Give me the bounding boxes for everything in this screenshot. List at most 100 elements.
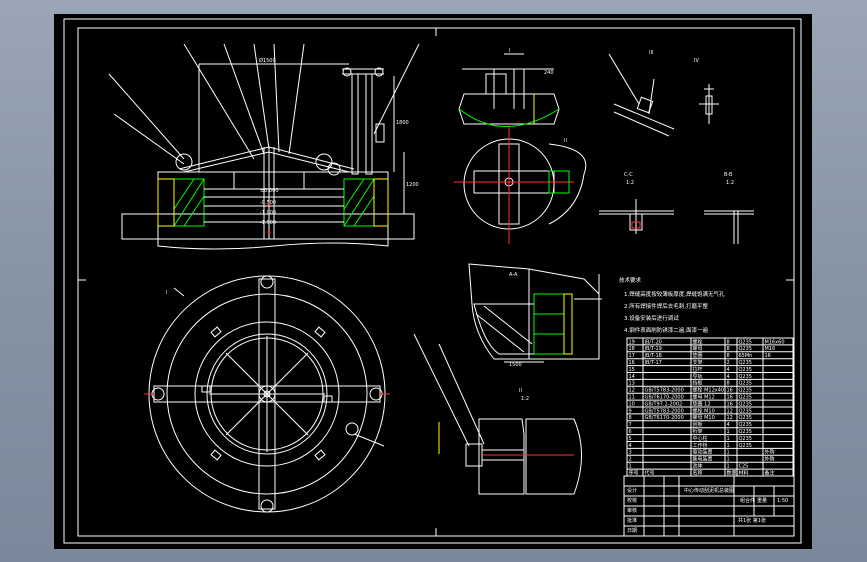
detail-bolt-section: II 1:2 — [413, 333, 582, 495]
parts-cell: 17 — [629, 353, 635, 359]
parts-cell: 4 — [629, 443, 632, 449]
parts-cell: Q235 — [739, 401, 752, 407]
parts-cell: 中心柱 — [693, 435, 708, 442]
parts-cell: 垫圈 12 — [693, 400, 711, 407]
plan-view: I — [144, 275, 390, 513]
parts-cell: JB/T-19 — [644, 346, 662, 352]
parts-header-cell: 数量 — [727, 469, 737, 476]
parts-cell: 工作桥 — [693, 442, 708, 449]
parts-cell: 垫圈 — [693, 352, 703, 359]
parts-cell: GB/T6170-2000 — [645, 415, 684, 421]
parts-cell: M16 — [765, 346, 776, 352]
parts-cell: 6 — [629, 429, 632, 435]
parts-cell: 导轨 — [693, 373, 703, 380]
parts-cell: 19 — [629, 339, 635, 345]
parts-cell: 刮板 — [693, 421, 703, 428]
detail-top: I 240 — [458, 48, 560, 127]
parts-cell: 3 — [629, 450, 632, 456]
detail-bolt-scale: 1:2 — [521, 396, 529, 402]
parts-cell: 12 — [727, 415, 733, 421]
parts-cell: Q235 — [739, 395, 752, 401]
parts-cell: 池体 — [693, 463, 703, 470]
plan-view-label: I — [166, 290, 167, 296]
parts-cell: Q235 — [739, 374, 752, 380]
parts-cell: 1 — [727, 429, 730, 435]
parts-cell: 外购 — [765, 456, 775, 463]
parts-cell: 8 — [727, 339, 730, 345]
detail-upper-right: III IV — [608, 50, 719, 137]
elev-label-3: -1.000 — [260, 210, 276, 216]
parts-cell: 14 — [629, 374, 635, 380]
title-block-scale: 1:50 — [777, 498, 788, 504]
parts-cell: Q235 — [739, 415, 752, 421]
parts-cell: 驱动装置 — [693, 449, 713, 456]
parts-cell: 集电装置 — [693, 456, 713, 463]
detail-bolt-label: II — [519, 388, 522, 394]
section-c-label: C-C — [624, 172, 633, 178]
parts-list-table: 19 JB/T-20 螺栓 8 Q235 M16x6018 JB/T-19 螺母 8 Q235 M1… — [626, 337, 794, 477]
parts-cell: 16 — [727, 401, 733, 407]
inner-border — [77, 27, 795, 537]
parts-cell: C25 — [739, 464, 749, 470]
parts-cell: 2 — [629, 457, 632, 463]
dim-height-1: 1800 — [396, 120, 409, 126]
parts-cell: Q235 — [739, 408, 752, 414]
parts-cell: 13 — [629, 381, 635, 387]
title-block-check: 校核 — [627, 497, 637, 504]
parts-cell: 螺母 — [693, 345, 703, 352]
parts-cell: 11 — [629, 395, 635, 401]
parts-cell: 10 — [629, 401, 635, 407]
parts-cell: M16x60 — [765, 339, 785, 345]
elev-label-4: -1.500 — [260, 220, 276, 226]
detail-top-label: I — [509, 48, 510, 54]
cad-viewport[interactable]: Ø1500 1800 1200 ±0.000 -0.500 -1.000 -1.… — [54, 14, 812, 549]
dim-top-width: Ø1500 — [259, 57, 276, 64]
parts-cell: 12 — [629, 388, 635, 394]
cad-drawing: Ø1500 1800 1200 ±0.000 -0.500 -1.000 -1.… — [63, 18, 802, 544]
parts-cell: Q235 — [739, 339, 752, 345]
parts-cell: 4 — [727, 374, 730, 380]
parts-cell: 2 — [727, 360, 730, 366]
section-c-scale: 1:2 — [626, 180, 634, 186]
parts-cell: 螺栓 M12x40 — [693, 387, 725, 394]
parts-cell: 4 — [727, 422, 730, 428]
parts-cell: 1 — [727, 464, 730, 470]
parts-cell: 16 — [727, 388, 733, 394]
parts-cell: Q235 — [739, 443, 752, 449]
parts-cell: Q235 — [739, 381, 752, 387]
parts-cell: 拉杆 — [693, 366, 703, 373]
detail-wall-section: A-A 1500 — [468, 263, 602, 368]
parts-header-cell: 名称 — [693, 469, 703, 476]
parts-header-cell: 代号 — [645, 469, 655, 476]
parts-cell: JB/T-20 — [644, 339, 662, 345]
parts-cell: Q235 — [739, 346, 752, 352]
detail-iv-label: IV — [694, 58, 699, 64]
title-block-design: 设计 — [627, 487, 637, 494]
parts-cell: 65Mn — [739, 353, 753, 359]
parts-cell: GB/T5783-2000 — [645, 408, 684, 414]
parts-cell: 7 — [629, 422, 632, 428]
note-line-1: 1.焊缝高度按较薄板厚度,焊缝饱满无气孔 — [624, 290, 725, 298]
parts-cell: 16 — [765, 353, 771, 359]
parts-cell: GB/T6170-2000 — [645, 395, 684, 401]
section-c-c: C-C 1:2 — [599, 172, 674, 234]
parts-cell: 1 — [629, 464, 632, 470]
parts-cell: 螺栓 — [693, 338, 703, 345]
section-b-label: B-B — [724, 172, 733, 178]
parts-cell: 支架 — [693, 359, 703, 366]
parts-cell: 12 — [727, 408, 733, 414]
parts-cell: GB/T5783-2000 — [645, 388, 684, 394]
parts-cell: 8 — [727, 353, 730, 359]
title-block-weight: 重量 — [757, 497, 767, 504]
note-line-3: 3.设备安装后进行调试 — [624, 314, 679, 322]
detail-flange-label: II — [564, 138, 567, 144]
svg-text:1500: 1500 — [509, 362, 522, 368]
parts-header-cell: 材料 — [739, 469, 749, 476]
parts-cell: Q235 — [739, 436, 752, 442]
parts-cell: Q235 — [739, 360, 752, 366]
notes-heading: 技术要求 — [619, 276, 642, 284]
parts-cell: 外购 — [765, 449, 775, 456]
parts-cell: 16 — [727, 395, 733, 401]
parts-header-cell: 序号 — [629, 469, 639, 476]
parts-cell: JB/T-17 — [644, 360, 662, 366]
